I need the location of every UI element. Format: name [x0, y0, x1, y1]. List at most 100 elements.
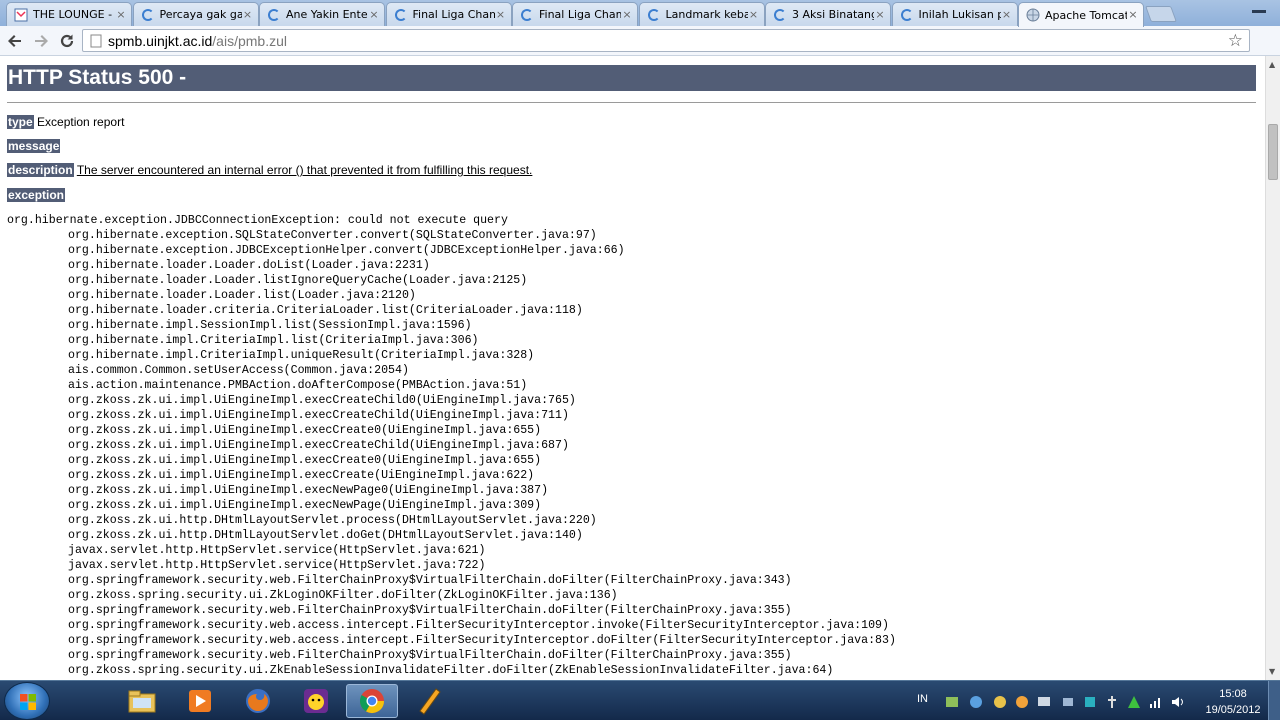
firefox-icon [246, 689, 270, 713]
browser-tab[interactable]: 3 Aksi Binatang × [765, 2, 891, 26]
tray-monitor-icon[interactable] [1036, 694, 1052, 710]
tab-title: 3 Aksi Binatang [792, 8, 874, 21]
browser-tab[interactable]: Landmark kebar × [638, 2, 765, 26]
scroll-up-icon[interactable]: ▲ [1269, 60, 1275, 69]
description-label: description [7, 163, 74, 177]
taskbar-media-player[interactable] [174, 684, 226, 718]
vertical-scrollbar[interactable]: ▲ ▼ [1265, 56, 1280, 680]
stack-frame: org.zkoss.zk.ui.impl.UiEngineImpl.execNe… [68, 499, 542, 512]
browser-tab[interactable]: Final Liga Cham × [385, 2, 512, 26]
language-indicator[interactable]: IN [917, 693, 928, 705]
tray-app-icon[interactable] [1082, 694, 1098, 710]
address-bar[interactable]: spmb.uinjkt.ac.id/ais/pmb.zul ☆ [82, 29, 1250, 52]
stack-frame: org.hibernate.impl.CriteriaImpl.list(Cri… [68, 334, 479, 347]
chrome-icon [359, 689, 384, 714]
media-player-icon [189, 690, 211, 712]
stack-frame: org.springframework.security.web.FilterC… [68, 574, 792, 587]
page-icon [90, 34, 102, 47]
winamp-icon [419, 688, 441, 715]
tray-app-icon[interactable] [944, 694, 960, 710]
taskbar-yahoo-messenger[interactable] [290, 684, 342, 718]
new-tab-button[interactable] [1145, 6, 1177, 22]
scroll-down-icon[interactable]: ▼ [1269, 667, 1275, 676]
stack-frame: org.hibernate.exception.SQLStateConverte… [68, 229, 597, 242]
stack-frame: org.zkoss.zk.ui.http.DHtmlLayoutServlet.… [68, 529, 583, 542]
browser-tab[interactable]: Apache Tomcat × [1018, 2, 1144, 27]
stack-frame: ais.common.Common.setUserAccess(Common.j… [68, 364, 409, 377]
bookmark-star-icon[interactable]: ☆ [1228, 31, 1243, 51]
tab-title: Ane Yakin Ente B [286, 8, 368, 21]
tab-close-icon[interactable]: × [748, 8, 760, 21]
taskbar-winamp[interactable] [404, 684, 456, 718]
page-title: HTTP Status 500 - [7, 65, 1256, 91]
tray-chat-icon[interactable] [992, 694, 1008, 710]
type-label: type [7, 115, 34, 129]
browser-tab[interactable]: Final Liga Cham × [512, 2, 638, 26]
scrollbar-thumb[interactable] [1268, 124, 1278, 180]
message-row: message [7, 138, 61, 154]
taskbar-chrome[interactable] [346, 684, 398, 718]
loading-icon [772, 7, 788, 23]
tab-title: Percaya gak gan [159, 8, 242, 21]
stack-frame: org.zkoss.zk.ui.impl.UiEngineImpl.execCr… [68, 394, 576, 407]
description-row: description The server encountered an in… [7, 162, 532, 178]
tab-close-icon[interactable]: × [1127, 9, 1139, 21]
stack-frame: org.hibernate.loader.Loader.doList(Loade… [68, 259, 430, 272]
browser-tab[interactable]: THE LOUNGE - K × [6, 2, 132, 26]
tab-title: Inilah Lukisan pe [918, 8, 1001, 21]
loading-icon [266, 7, 282, 23]
signal-strength-icon[interactable] [1148, 694, 1164, 710]
tab-close-icon[interactable]: × [368, 8, 380, 21]
show-desktop-button[interactable] [1268, 681, 1280, 720]
clock-date[interactable]: 19/05/2012 [1201, 704, 1265, 716]
forward-button[interactable] [30, 30, 52, 52]
clock-time[interactable]: 15:08 [1213, 688, 1253, 700]
taskbar-firefox[interactable] [232, 684, 284, 718]
tab-close-icon[interactable]: × [242, 8, 254, 21]
tab-close-icon[interactable]: × [495, 8, 507, 21]
tray-avast-icon[interactable] [1126, 694, 1142, 710]
stack-frame: org.springframework.security.web.access.… [68, 634, 896, 647]
kaskus-icon [13, 7, 29, 23]
tab-title: Landmark kebar [665, 8, 748, 21]
start-button[interactable] [4, 682, 50, 720]
tab-close-icon[interactable]: × [1001, 8, 1013, 21]
reload-button[interactable] [56, 30, 78, 52]
tray-network-icon[interactable] [1060, 694, 1076, 710]
tray-app-icon[interactable] [968, 694, 984, 710]
windows-flag-icon [20, 694, 36, 710]
window-minimize-icon[interactable] [1238, 0, 1280, 20]
browser-toolbar: spmb.uinjkt.ac.id/ais/pmb.zul ☆ [0, 26, 1280, 73]
yahoo-messenger-icon [304, 689, 328, 713]
globe-icon [1025, 7, 1041, 23]
stack-frame: org.hibernate.impl.CriteriaImpl.uniqueRe… [68, 349, 535, 362]
tray-usb-icon[interactable] [1104, 694, 1120, 710]
exception-row: exception [7, 187, 66, 203]
browser-tab[interactable]: Percaya gak gan× [132, 2, 259, 26]
type-value: Exception report [37, 115, 125, 129]
type-row: type Exception report [7, 114, 124, 130]
browser-tab[interactable]: Inilah Lukisan pe× [891, 2, 1018, 26]
address-host: spmb.uinjkt.ac.id [108, 32, 213, 49]
browser-tab[interactable]: Ane Yakin Ente B× [259, 2, 385, 26]
description-value: The server encountered an internal error… [76, 163, 533, 177]
tab-close-icon[interactable]: × [621, 8, 633, 21]
stack-trace: org.hibernate.exception.JDBCConnectionEx… [7, 213, 896, 678]
tab-close-icon[interactable]: × [115, 8, 127, 21]
stack-frame: org.springframework.security.web.FilterC… [68, 604, 792, 617]
taskbar-explorer[interactable] [116, 684, 168, 718]
page-content: HTTP Status 500 - type Exception report … [0, 56, 1265, 680]
back-button[interactable] [4, 30, 26, 52]
loading-icon [393, 7, 409, 23]
volume-icon[interactable] [1170, 694, 1186, 710]
stack-frame: org.hibernate.loader.criteria.CriteriaLo… [68, 304, 583, 317]
stack-frame: org.springframework.security.web.access.… [68, 619, 889, 632]
exception-message: org.hibernate.exception.JDBCConnectionEx… [7, 214, 508, 227]
tray-emoticon-icon[interactable] [1014, 694, 1030, 710]
loading-icon [646, 7, 662, 23]
stack-frame: org.zkoss.zk.ui.impl.UiEngineImpl.execCr… [68, 439, 569, 452]
tab-title: Final Liga Cham [539, 8, 621, 21]
stack-frame: org.hibernate.loader.Loader.listIgnoreQu… [68, 274, 528, 287]
tab-close-icon[interactable]: × [874, 8, 886, 21]
stack-frame: org.springframework.security.web.FilterC… [68, 649, 792, 662]
